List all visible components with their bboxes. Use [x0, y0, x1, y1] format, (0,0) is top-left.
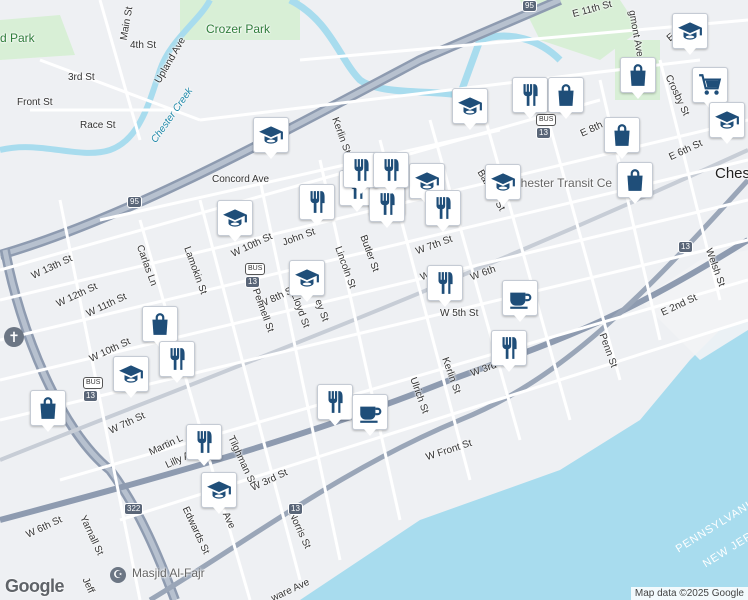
restaurant-icon [322, 389, 348, 415]
restaurant-icon [430, 195, 456, 221]
park-label: d Park [0, 31, 35, 45]
shopping-marker[interactable] [620, 57, 656, 99]
school-marker[interactable] [217, 200, 253, 242]
restaurant-icon [304, 189, 330, 215]
us-13-shield: 13 [83, 390, 98, 402]
school-icon [677, 18, 703, 44]
business-route-shield: BUS [536, 114, 557, 126]
cafe-marker[interactable] [352, 394, 388, 436]
restaurant-marker[interactable] [512, 77, 548, 119]
shopping-marker[interactable] [617, 162, 653, 204]
school-icon [490, 169, 516, 195]
map-attribution[interactable]: Map data ©2025 Google [630, 587, 748, 600]
map-canvas[interactable]: Crozer Park d Park Chester Creek Chest C… [0, 0, 748, 600]
shopping-marker[interactable] [604, 117, 640, 159]
school-icon [222, 205, 248, 231]
school-marker[interactable] [485, 164, 521, 206]
school-marker[interactable] [113, 356, 149, 398]
grocery-marker[interactable] [692, 67, 728, 109]
street-label: W 5th St [440, 308, 479, 319]
shopping-marker[interactable] [548, 77, 584, 119]
restaurant-icon [517, 82, 543, 108]
shopping-marker[interactable] [142, 306, 178, 348]
shopping-icon [622, 167, 648, 193]
shopping-icon [625, 62, 651, 88]
shopping-icon [35, 395, 61, 421]
mosque-icon: ☪ [110, 567, 126, 583]
interstate-95-shield: 95 [522, 0, 537, 12]
restaurant-marker[interactable] [159, 341, 195, 383]
city-label: Chest [715, 165, 748, 182]
school-icon [206, 477, 232, 503]
park-label: Crozer Park [206, 22, 271, 36]
shopping-icon [553, 82, 579, 108]
school-marker[interactable] [289, 260, 325, 302]
cafe-icon [507, 285, 533, 311]
restaurant-icon [348, 157, 374, 183]
shopping-marker[interactable] [30, 390, 66, 432]
restaurant-icon [496, 335, 522, 361]
school-marker[interactable] [201, 472, 237, 514]
school-marker[interactable] [253, 117, 289, 159]
us-13-shield: 13 [288, 503, 303, 515]
restaurant-icon [374, 191, 400, 217]
business-route-shield: BUS [245, 263, 266, 275]
interstate-95-shield: 95 [127, 196, 142, 208]
school-icon [294, 265, 320, 291]
street-label: 3rd St [68, 72, 95, 83]
shopping-icon [147, 311, 173, 337]
restaurant-marker[interactable] [425, 190, 461, 232]
business-route-shield: BUS [83, 377, 104, 389]
school-icon [714, 107, 740, 133]
cafe-icon [357, 399, 383, 425]
us-13-shield: 13 [678, 241, 693, 253]
restaurant-marker[interactable] [491, 330, 527, 372]
us-13-shield: 13 [536, 127, 551, 139]
google-logo: Google [5, 576, 65, 596]
school-marker[interactable] [672, 13, 708, 55]
street-label: Front St [17, 97, 53, 108]
restaurant-icon [378, 157, 404, 183]
poi-label-transit: Chester Transit Ce [512, 176, 613, 190]
school-marker[interactable] [452, 88, 488, 130]
us-322-shield: 322 [124, 503, 144, 515]
shopping-icon [609, 122, 635, 148]
street-label: Race St [80, 120, 116, 131]
school-marker[interactable] [709, 102, 745, 144]
cafe-marker[interactable] [502, 280, 538, 322]
restaurant-icon [164, 346, 190, 372]
restaurant-marker[interactable] [317, 384, 353, 426]
shopping-cart-icon [697, 72, 723, 98]
us-13-shield: 13 [245, 276, 260, 288]
poi-label-mosque: Masjid Al-Fajr [132, 566, 205, 580]
street-label: Concord Ave [212, 174, 270, 185]
street-label: 4th St [130, 40, 157, 51]
restaurant-marker[interactable] [373, 152, 409, 194]
church-icon: ✝ [4, 327, 24, 347]
restaurant-marker[interactable] [186, 424, 222, 466]
school-icon [118, 361, 144, 387]
restaurant-marker[interactable] [427, 265, 463, 307]
restaurant-icon [432, 270, 458, 296]
restaurant-marker[interactable] [299, 184, 335, 226]
school-icon [457, 93, 483, 119]
restaurant-icon [191, 429, 217, 455]
school-icon [258, 122, 284, 148]
